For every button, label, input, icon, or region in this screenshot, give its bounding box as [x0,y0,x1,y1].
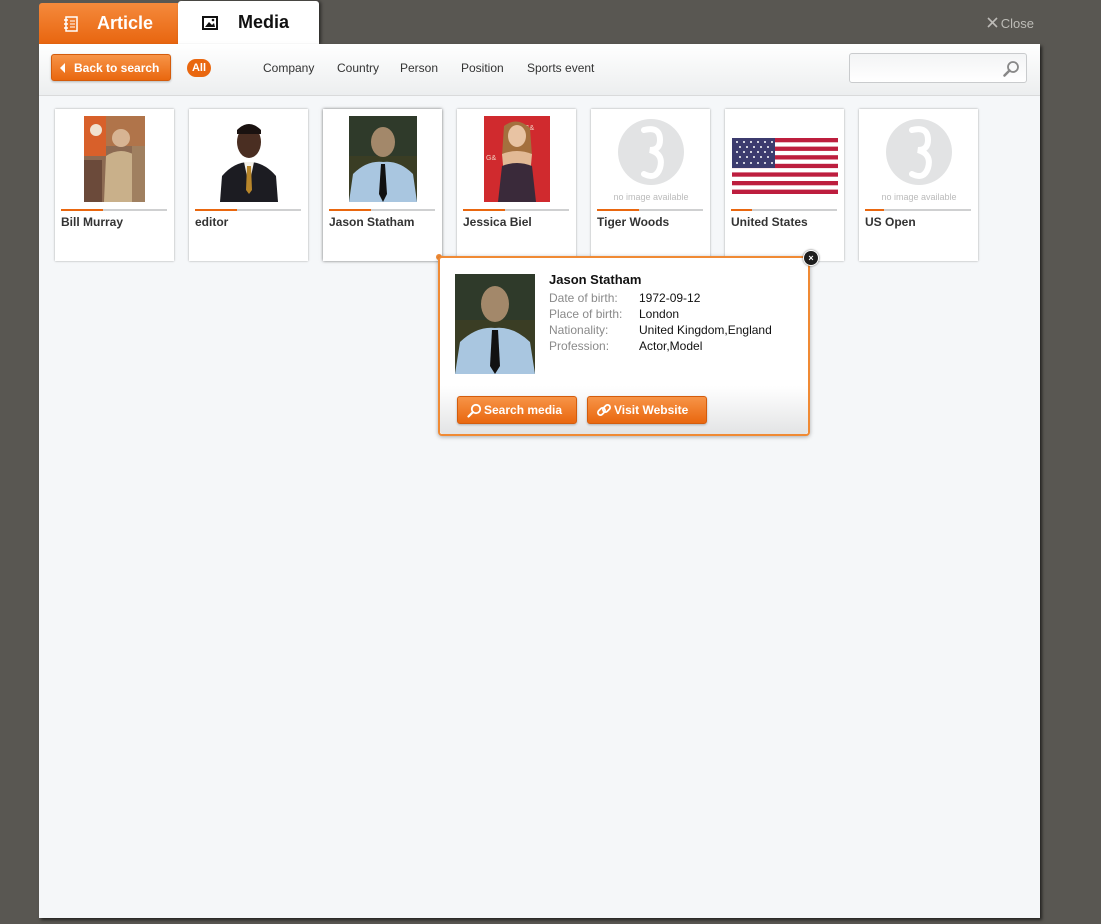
search-icon [467,403,482,418]
relevance-bar [61,209,167,211]
media-card[interactable]: Jason Statham [323,109,442,261]
tab-media[interactable]: Media [178,1,319,44]
back-to-search-button[interactable]: Back to search [51,54,171,81]
svg-text:no image available: no image available [613,192,688,202]
search-input[interactable] [854,55,1008,83]
search-box [849,53,1027,83]
tab-article-label: Article [97,13,154,33]
media-card[interactable]: United States [725,109,844,261]
media-card[interactable]: no image available Tiger Woods [591,109,710,261]
svg-text:no image available: no image available [881,192,956,202]
relevance-bar [597,209,703,211]
card-name: US Open [865,215,916,229]
no-image-icon: no image available [881,119,956,202]
field-date-of-birth: Date of birth: 1972-09-12 [549,291,701,305]
relevance-bar [329,209,435,211]
filter-all[interactable]: All [187,59,211,77]
card-name: Jason Statham [329,215,415,229]
close-button[interactable]: Close [987,16,1034,31]
card-photo [55,116,174,202]
card-photo [189,116,308,202]
close-icon [987,16,998,31]
relevance-bar [463,209,569,211]
tab-article[interactable]: Article [39,3,178,44]
popup-close-icon[interactable]: × [803,250,819,266]
notebook-icon [63,15,79,32]
back-arrow-icon [60,62,65,73]
person-detail-popup: Jason Statham Date of birth: 1972-09-12 P… [438,256,810,436]
relevance-bar [731,209,837,211]
card-name: Bill Murray [61,215,124,229]
relevance-bar [865,209,971,211]
media-panel: Back to search All Company Country Perso… [39,44,1040,918]
card-photo: G& G& [457,116,576,202]
tab-media-label: Media [238,12,290,32]
field-place-of-birth: Place of birth: London [549,307,680,321]
filter-person[interactable]: Person [400,61,438,75]
media-card[interactable]: editor [189,109,308,261]
card-name: editor [195,215,229,229]
popup-photo [455,274,535,374]
card-photo [323,116,442,202]
search-media-label: Search media [484,403,563,417]
filter-company[interactable]: Company [263,61,314,75]
card-name: United States [731,215,808,229]
visit-website-button[interactable]: Visit Website [587,396,707,424]
search-icon[interactable] [1003,60,1020,82]
svg-text:G&: G& [486,155,496,162]
media-card[interactable]: Bill Murray [55,109,174,261]
filter-position[interactable]: Position [461,61,504,75]
no-image-icon: no image available [613,119,688,202]
card-name: Jessica Biel [463,215,532,229]
field-profession: Profession: Actor,Model [549,339,703,353]
no-image-placeholder: no image available [591,116,710,202]
media-card[interactable]: G& G& Jessica Biel [457,109,576,261]
close-label: Close [1000,16,1034,31]
filter-country[interactable]: Country [337,61,379,75]
us-flag-image [725,138,844,196]
media-card[interactable]: no image available US Open [859,109,978,261]
relevance-bar [195,209,301,211]
search-media-button[interactable]: Search media [457,396,577,424]
card-name: Tiger Woods [597,215,670,229]
filter-sports-event[interactable]: Sports event [527,61,594,75]
field-nationality: Nationality: United Kingdom,England [549,323,772,337]
visit-website-label: Visit Website [614,403,689,417]
no-image-placeholder: no image available [859,116,978,202]
toolbar: Back to search All Company Country Perso… [39,44,1040,96]
popup-person-name: Jason Statham [549,272,642,287]
back-to-search-label: Back to search [74,60,160,75]
link-icon [596,402,612,418]
image-icon [202,15,218,31]
